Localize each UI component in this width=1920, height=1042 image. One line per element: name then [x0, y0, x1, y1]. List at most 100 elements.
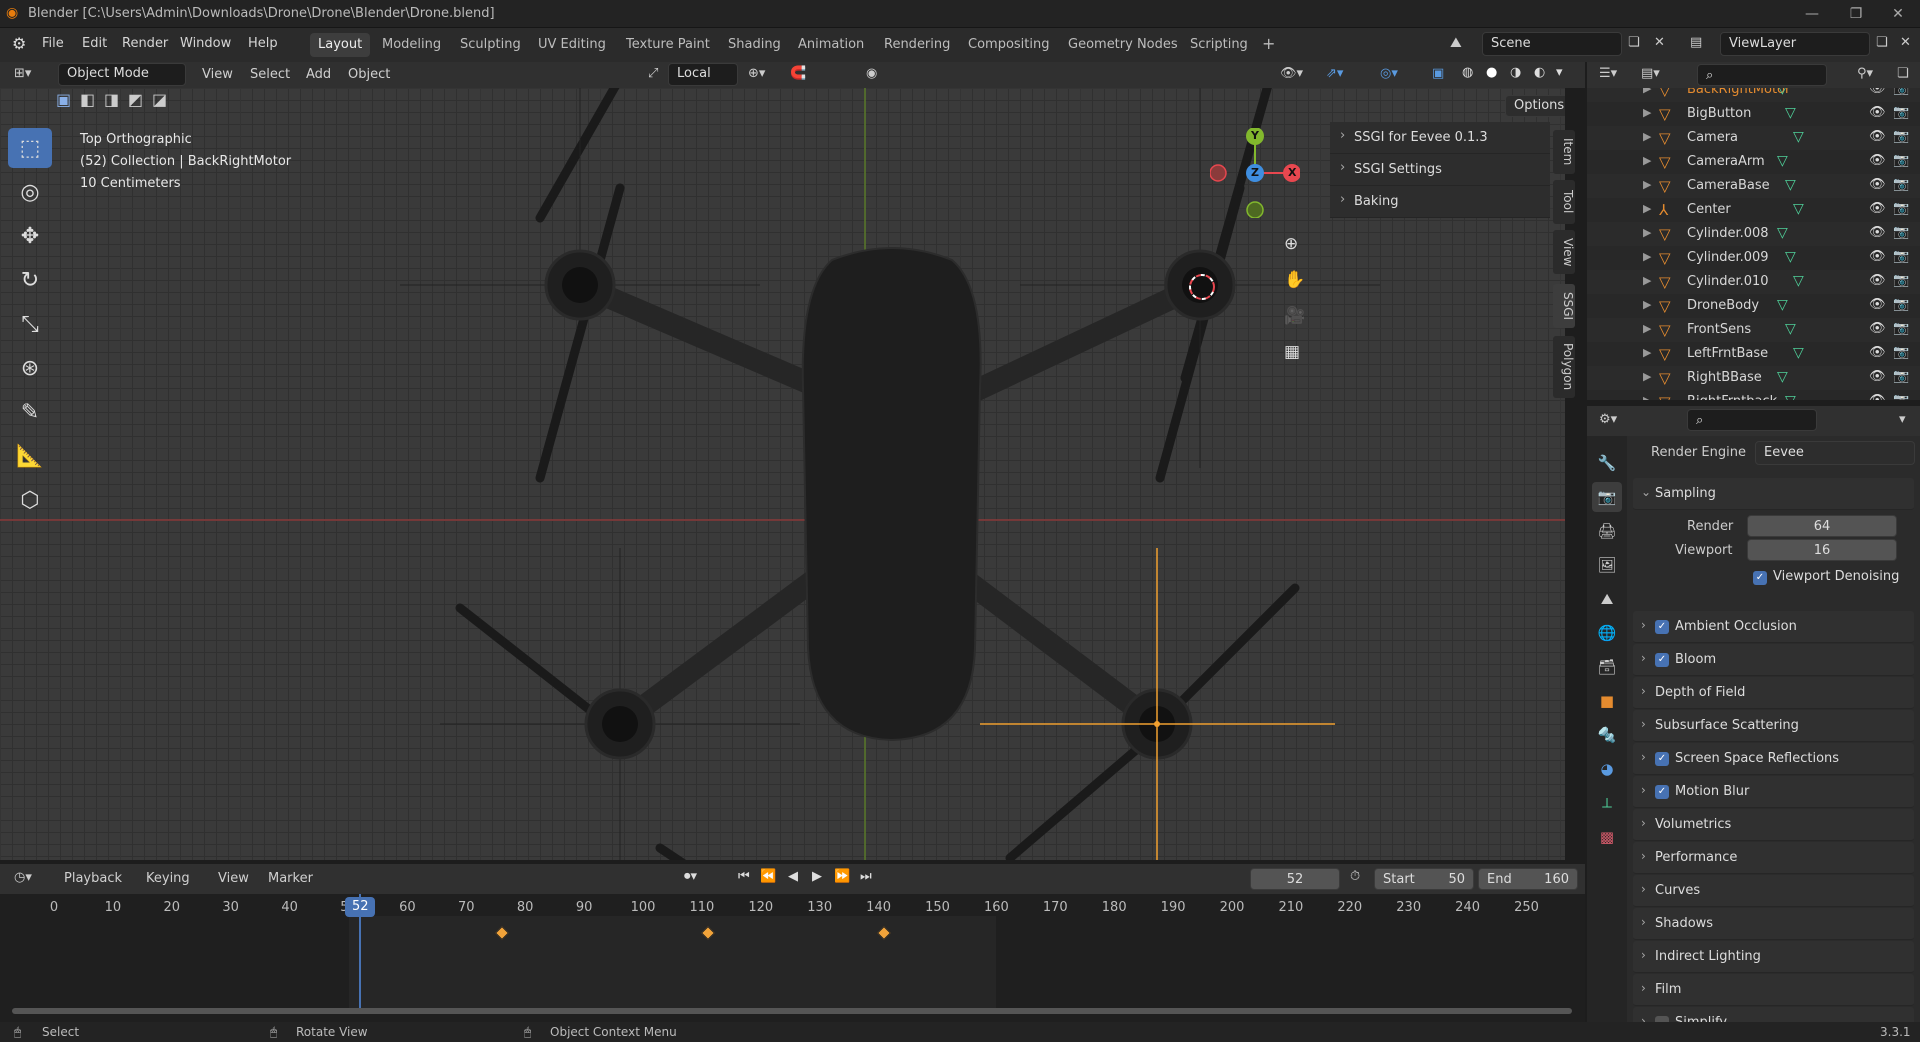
transform-orientation-dropdown[interactable]: Local: [668, 63, 738, 86]
mesh-data-icon[interactable]: ▽: [1793, 201, 1804, 217]
output-props-icon[interactable]: 🖨: [1592, 516, 1622, 546]
section-checkbox[interactable]: ✓: [1655, 752, 1669, 766]
end-frame-field[interactable]: End 160: [1478, 868, 1578, 890]
timeline-scrollbar[interactable]: [12, 1008, 1572, 1014]
overlay-toggle-icon[interactable]: ◎▾: [1380, 66, 1398, 81]
baking-panel[interactable]: Baking: [1330, 186, 1550, 218]
render-section-motion-blur[interactable]: › ✓ Motion Blur: [1633, 776, 1914, 808]
menu-timeline-view[interactable]: View: [218, 871, 249, 886]
render-camera-icon[interactable]: 📷: [1893, 153, 1909, 168]
scene-props-icon[interactable]: ⛰: [1592, 584, 1622, 614]
render-section-shadows[interactable]: › Shadows: [1633, 908, 1914, 940]
render-camera-icon[interactable]: 📷: [1893, 105, 1909, 120]
record-icon[interactable]: ⏺▾: [684, 869, 697, 884]
render-camera-icon[interactable]: 📷: [1893, 129, 1909, 144]
mesh-data-icon[interactable]: ▽: [1777, 297, 1788, 313]
visibility-eye-icon[interactable]: 👁: [1869, 225, 1886, 240]
visibility-eye-icon[interactable]: 👁: [1869, 369, 1886, 384]
minimize-icon[interactable]: —: [1790, 2, 1834, 26]
render-camera-icon[interactable]: 📷: [1893, 249, 1909, 264]
outliner-row[interactable]: ▶ ▽ DroneBody ▽ 👁 📷: [1587, 294, 1920, 318]
cursor-tool-icon[interactable]: ◎: [8, 172, 52, 212]
render-props-icon[interactable]: 📷: [1592, 482, 1622, 512]
tab-shading[interactable]: Shading: [720, 33, 789, 57]
mesh-data-icon[interactable]: ▽: [1785, 393, 1796, 400]
visibility-eye-icon[interactable]: 👁: [1869, 105, 1886, 120]
ssgi-eevee-panel[interactable]: SSGI for Eevee 0.1.3: [1330, 122, 1550, 154]
play-reverse-icon[interactable]: ◀: [788, 869, 798, 884]
transform-tool-icon[interactable]: ⊛: [8, 348, 52, 388]
select-invert-icon[interactable]: ◩: [128, 90, 143, 109]
outliner-row[interactable]: ▶ ▽ Camera ▽ 👁 📷: [1587, 126, 1920, 150]
tab-geometry-nodes[interactable]: Geometry Nodes: [1060, 33, 1186, 57]
timeline[interactable]: 0102030405060708090100110120130140150160…: [0, 894, 1585, 1022]
ortho-grid-icon[interactable]: ▦: [1284, 342, 1300, 362]
pan-hand-icon[interactable]: ✋: [1284, 270, 1305, 290]
tab-ssgi[interactable]: SSGI: [1553, 284, 1575, 328]
outliner-row[interactable]: ▶ ▽ LeftFrntBase ▽ 👁 📷: [1587, 342, 1920, 366]
menu-playback[interactable]: Playback: [64, 871, 122, 886]
render-camera-icon[interactable]: 📷: [1893, 297, 1909, 312]
tab-item[interactable]: Item: [1553, 130, 1575, 174]
next-keyframe-icon[interactable]: ⏩: [834, 869, 850, 884]
tab-compositing[interactable]: Compositing: [960, 33, 1058, 57]
section-checkbox[interactable]: ✓: [1655, 785, 1669, 799]
remove-viewlayer-icon[interactable]: ✕: [1900, 35, 1911, 50]
options-dropdown[interactable]: Options: [1505, 95, 1565, 117]
move-tool-icon[interactable]: ✥: [8, 216, 52, 256]
outliner-row[interactable]: ▶ ▽ FrontSens ▽ 👁 📷: [1587, 318, 1920, 342]
measure-tool-icon[interactable]: 📐: [8, 436, 52, 476]
render-camera-icon[interactable]: 📷: [1893, 225, 1909, 240]
modifier-props-icon[interactable]: 🔩: [1592, 720, 1622, 750]
outliner-type-icon[interactable]: ☰▾: [1599, 66, 1617, 81]
jump-end-icon[interactable]: ⏭: [860, 869, 872, 884]
outliner-search-input[interactable]: ⌕: [1697, 64, 1827, 86]
render-camera-icon[interactable]: 📷: [1893, 88, 1909, 96]
rendered-shading-icon[interactable]: ◐: [1534, 65, 1545, 80]
render-camera-icon[interactable]: 📷: [1893, 177, 1909, 192]
render-section-depth-of-field[interactable]: › Depth of Field: [1633, 677, 1914, 709]
visibility-eye-icon[interactable]: 👁: [1869, 273, 1886, 288]
new-viewlayer-icon[interactable]: ❏: [1876, 35, 1888, 50]
mesh-data-icon[interactable]: ▽: [1777, 225, 1788, 241]
render-section-volumetrics[interactable]: › Volumetrics: [1633, 809, 1914, 841]
new-scene-icon[interactable]: ❏: [1628, 35, 1640, 50]
render-section-performance[interactable]: › Performance: [1633, 842, 1914, 874]
render-camera-icon[interactable]: 📷: [1893, 393, 1909, 400]
menu-edit[interactable]: Edit: [82, 36, 107, 51]
data-props-icon[interactable]: ⟂: [1592, 788, 1622, 818]
mesh-data-icon[interactable]: ▽: [1785, 105, 1796, 121]
tab-texture-paint[interactable]: Texture Paint: [618, 33, 718, 57]
visibility-eye-icon[interactable]: 👁: [1869, 345, 1886, 360]
properties-type-icon[interactable]: ⚙▾: [1599, 412, 1617, 427]
ssgi-settings-panel[interactable]: SSGI Settings: [1330, 154, 1550, 186]
object-mode-dropdown[interactable]: Object Mode: [58, 63, 186, 86]
mesh-data-icon[interactable]: ▽: [1785, 177, 1796, 193]
zoom-icon[interactable]: ⊕: [1284, 234, 1298, 254]
expand-icon[interactable]: ▶: [1643, 226, 1651, 239]
menu-select[interactable]: Select: [250, 67, 290, 82]
mesh-data-icon[interactable]: ▽: [1793, 129, 1804, 145]
scene-icon[interactable]: ⛰: [1450, 35, 1462, 51]
viewport-samples-field[interactable]: 16: [1747, 539, 1897, 561]
render-section-subsurface-scattering[interactable]: › Subsurface Scattering: [1633, 710, 1914, 742]
select-extend-icon[interactable]: ◧: [80, 90, 95, 109]
render-camera-icon[interactable]: 📷: [1893, 321, 1909, 336]
select-subtract-icon[interactable]: ◨: [104, 90, 119, 109]
scale-tool-icon[interactable]: ⤡: [8, 304, 52, 344]
tab-scripting[interactable]: Scripting: [1182, 33, 1256, 57]
expand-icon[interactable]: ▶: [1643, 154, 1651, 167]
menu-add[interactable]: Add: [306, 67, 331, 82]
mesh-data-icon[interactable]: ▽: [1777, 88, 1788, 97]
rotate-tool-icon[interactable]: ↻: [8, 260, 52, 300]
shading-options-icon[interactable]: ▾: [1556, 65, 1563, 80]
outliner-row[interactable]: ▶ ▽ RightFrntback ▽ 👁 📷: [1587, 390, 1920, 400]
render-section-indirect-lighting[interactable]: › Indirect Lighting: [1633, 941, 1914, 973]
outliner-row[interactable]: ▶ ▽ BackRightMotor ▽ 👁 📷: [1587, 88, 1920, 102]
play-icon[interactable]: ▶: [812, 869, 822, 884]
render-camera-icon[interactable]: 📷: [1893, 369, 1909, 384]
visibility-eye-icon[interactable]: 👁: [1869, 249, 1886, 264]
menu-view[interactable]: View: [202, 67, 233, 82]
menu-marker[interactable]: Marker: [268, 871, 313, 886]
render-section-curves[interactable]: › Curves: [1633, 875, 1914, 907]
